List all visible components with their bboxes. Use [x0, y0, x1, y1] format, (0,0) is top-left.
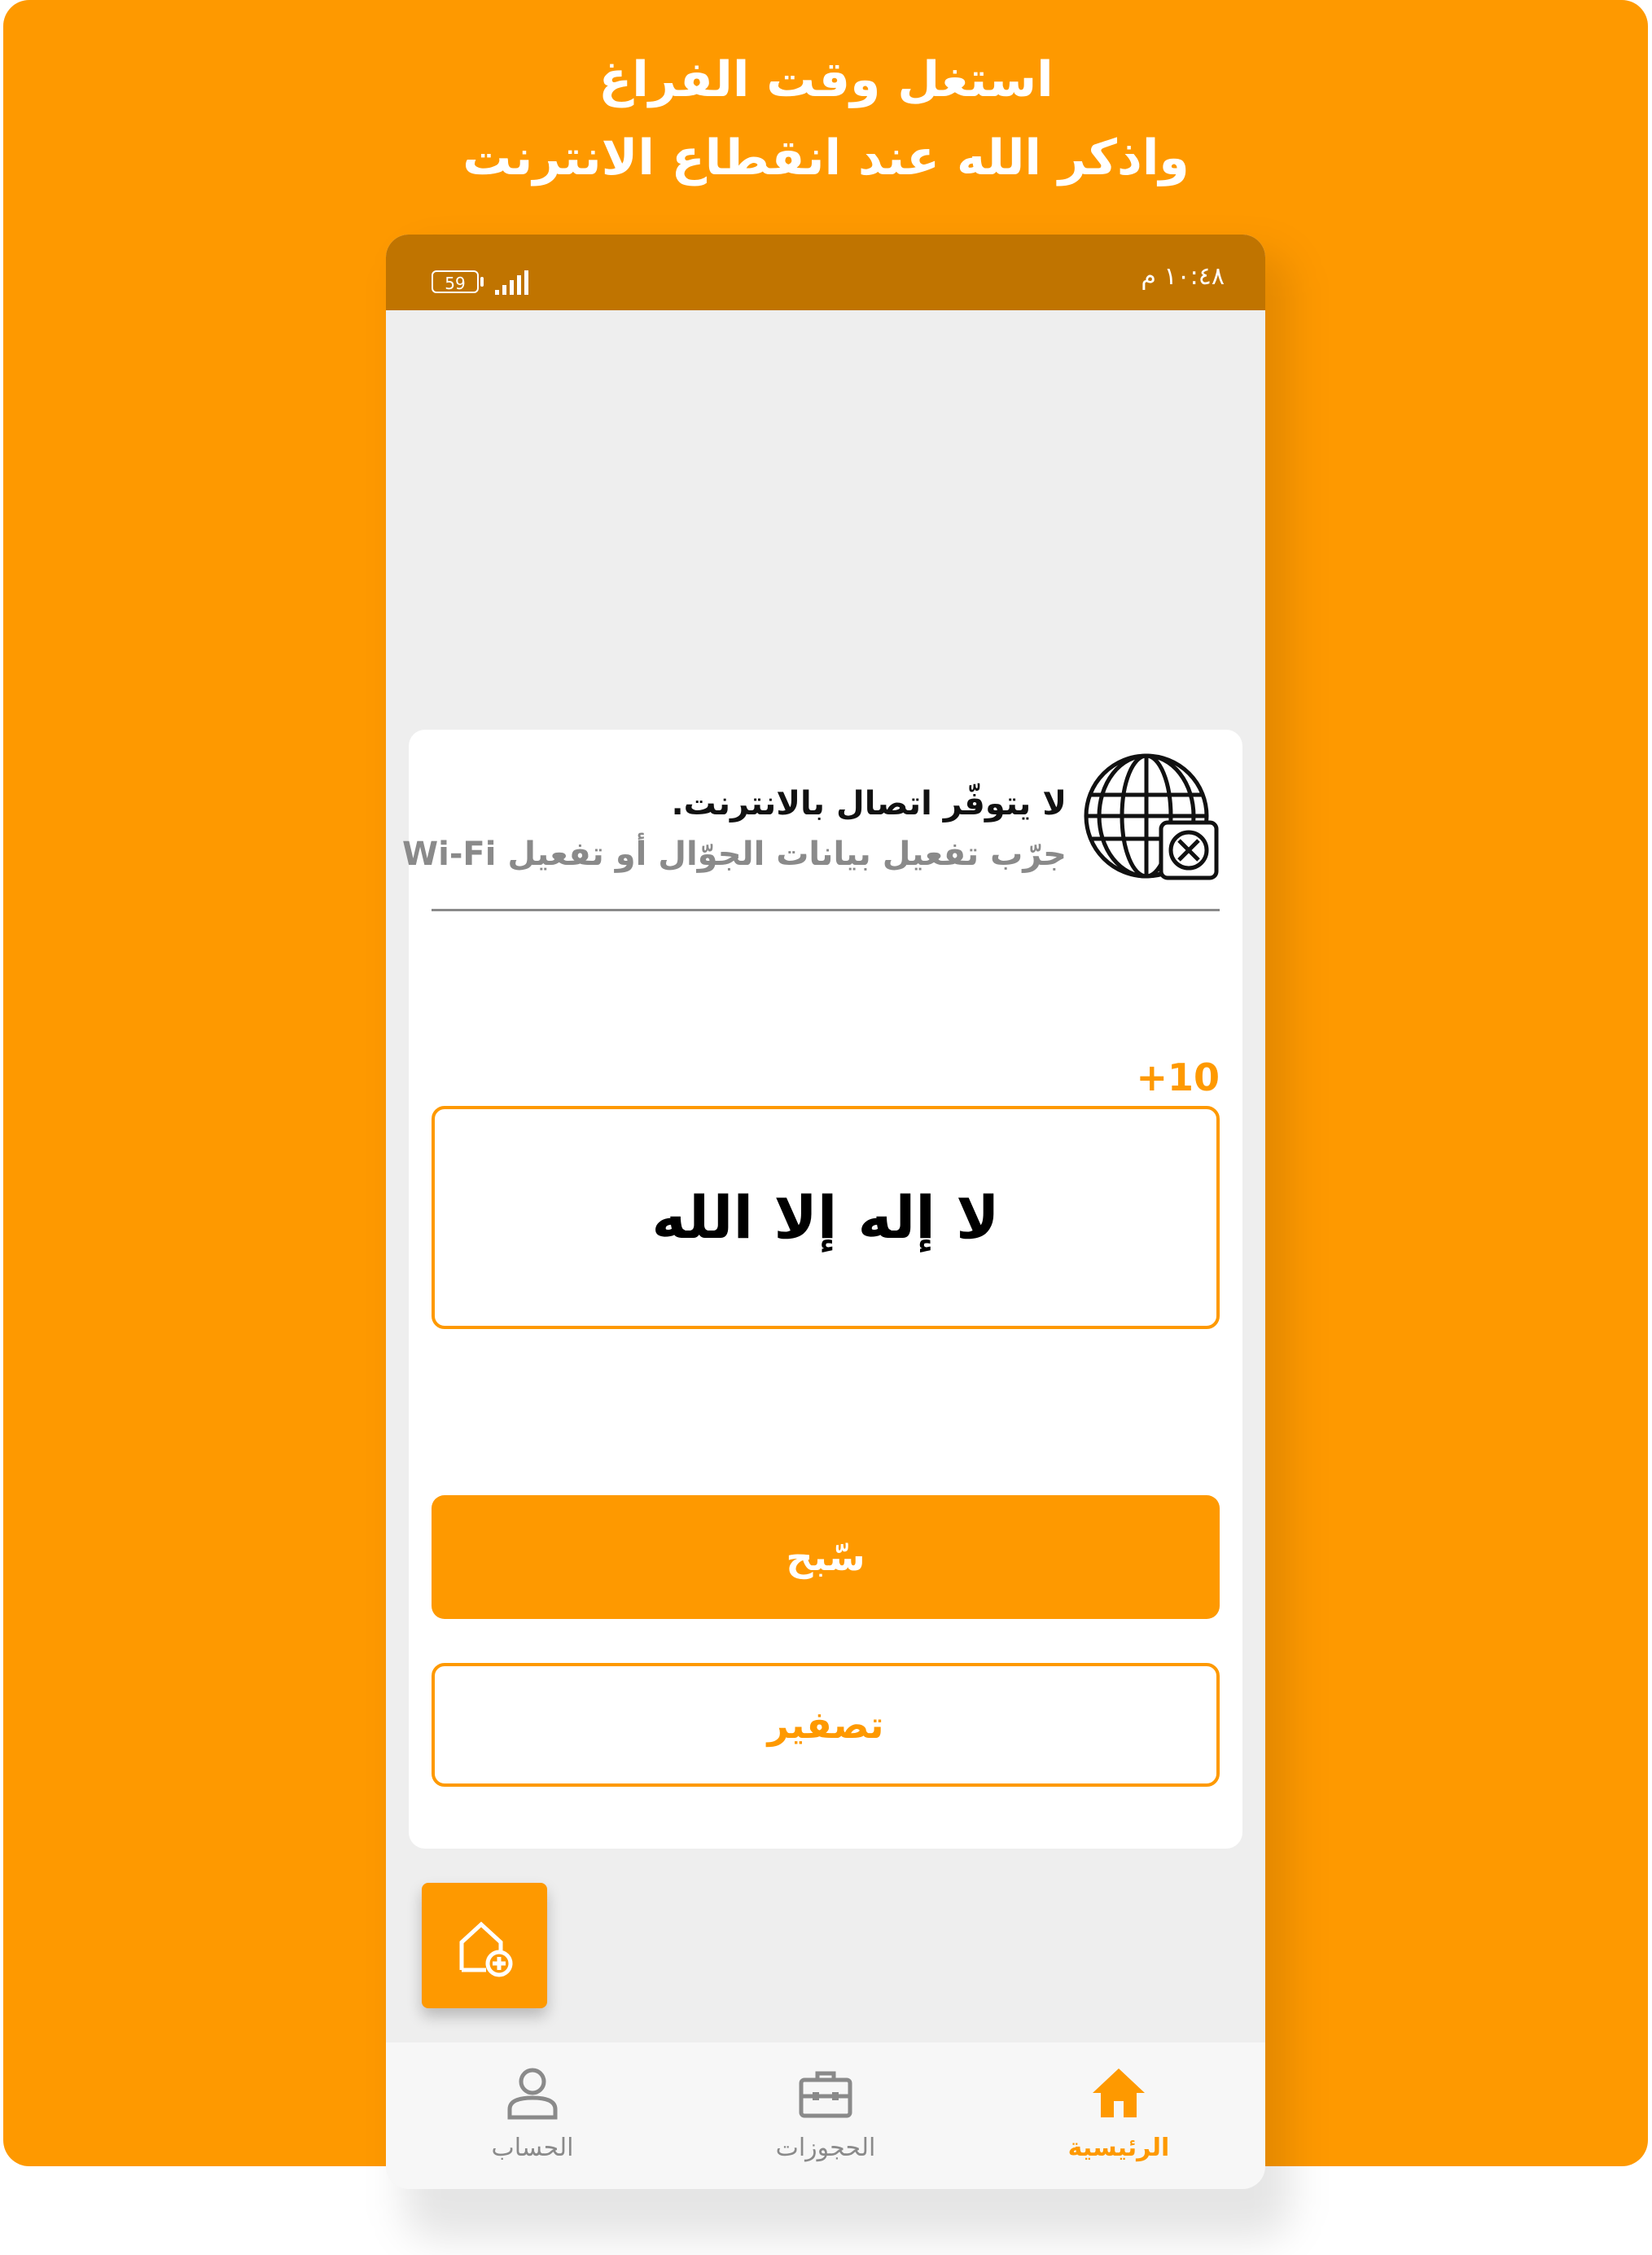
tasbih-button[interactable]: سّبح [432, 1495, 1220, 1619]
battery-tip [480, 277, 484, 287]
nav-label-home: الرئيسية [1067, 2134, 1170, 2162]
phone-screen: 59 ١٠:٤٨ م لا يتوفّر اتصال بالانترنت. جر… [386, 235, 1265, 2189]
add-home-button[interactable] [422, 1883, 547, 2008]
nav-label-bookings: الحجوزات [775, 2134, 876, 2162]
offline-title: لا يتوفّر اتصال بالانترنت. [671, 785, 1067, 823]
promo-headline: استغل وقت الفراغ واذكر الله عند انقطاع ا… [0, 41, 1652, 197]
status-time: ١٠:٤٨ م [1141, 262, 1225, 291]
divider [432, 909, 1220, 911]
nav-item-bookings[interactable]: الحجوزات [679, 2042, 972, 2189]
briefcase-icon [799, 2071, 852, 2118]
battery-indicator: 59 [432, 270, 479, 293]
add-home-icon [459, 1921, 513, 1977]
nav-label-account: الحساب [491, 2134, 574, 2162]
headline-line-1: استغل وقت الفراغ [598, 51, 1054, 108]
headline-line-2: واذكر الله عند انقطاع الانترنت [462, 129, 1190, 186]
tasbih-card: لا يتوفّر اتصال بالانترنت. جرّب تفعيل بي… [402, 730, 1242, 1849]
nav-item-home[interactable]: الرئيسية [972, 2042, 1265, 2189]
offline-notice: لا يتوفّر اتصال بالانترنت. جرّب تفعيل بي… [402, 749, 1220, 909]
home-icon [1093, 2069, 1145, 2117]
status-bar: 59 ١٠:٤٨ م [386, 235, 1265, 310]
dhikr-display: لا إله إلا الله [432, 1106, 1220, 1329]
promo-canvas: استغل وقت الفراغ واذكر الله عند انقطاع ا… [0, 0, 1652, 2255]
offline-subtitle: جرّب تفعيل بيانات الجوّال أو تفعيل Wi-Fi [402, 836, 1067, 873]
globe-offline-icon [1084, 753, 1219, 880]
increment-counter: +10 [1136, 1055, 1220, 1099]
dhikr-text: لا إله إلا الله [651, 1183, 1000, 1252]
user-icon [507, 2068, 558, 2120]
bottom-navigation: الرئيسية الحجوزات الحساب [386, 2042, 1265, 2189]
signal-icon [495, 270, 528, 295]
nav-item-account[interactable]: الحساب [386, 2042, 679, 2189]
reset-button[interactable]: تصفير [432, 1663, 1220, 1787]
